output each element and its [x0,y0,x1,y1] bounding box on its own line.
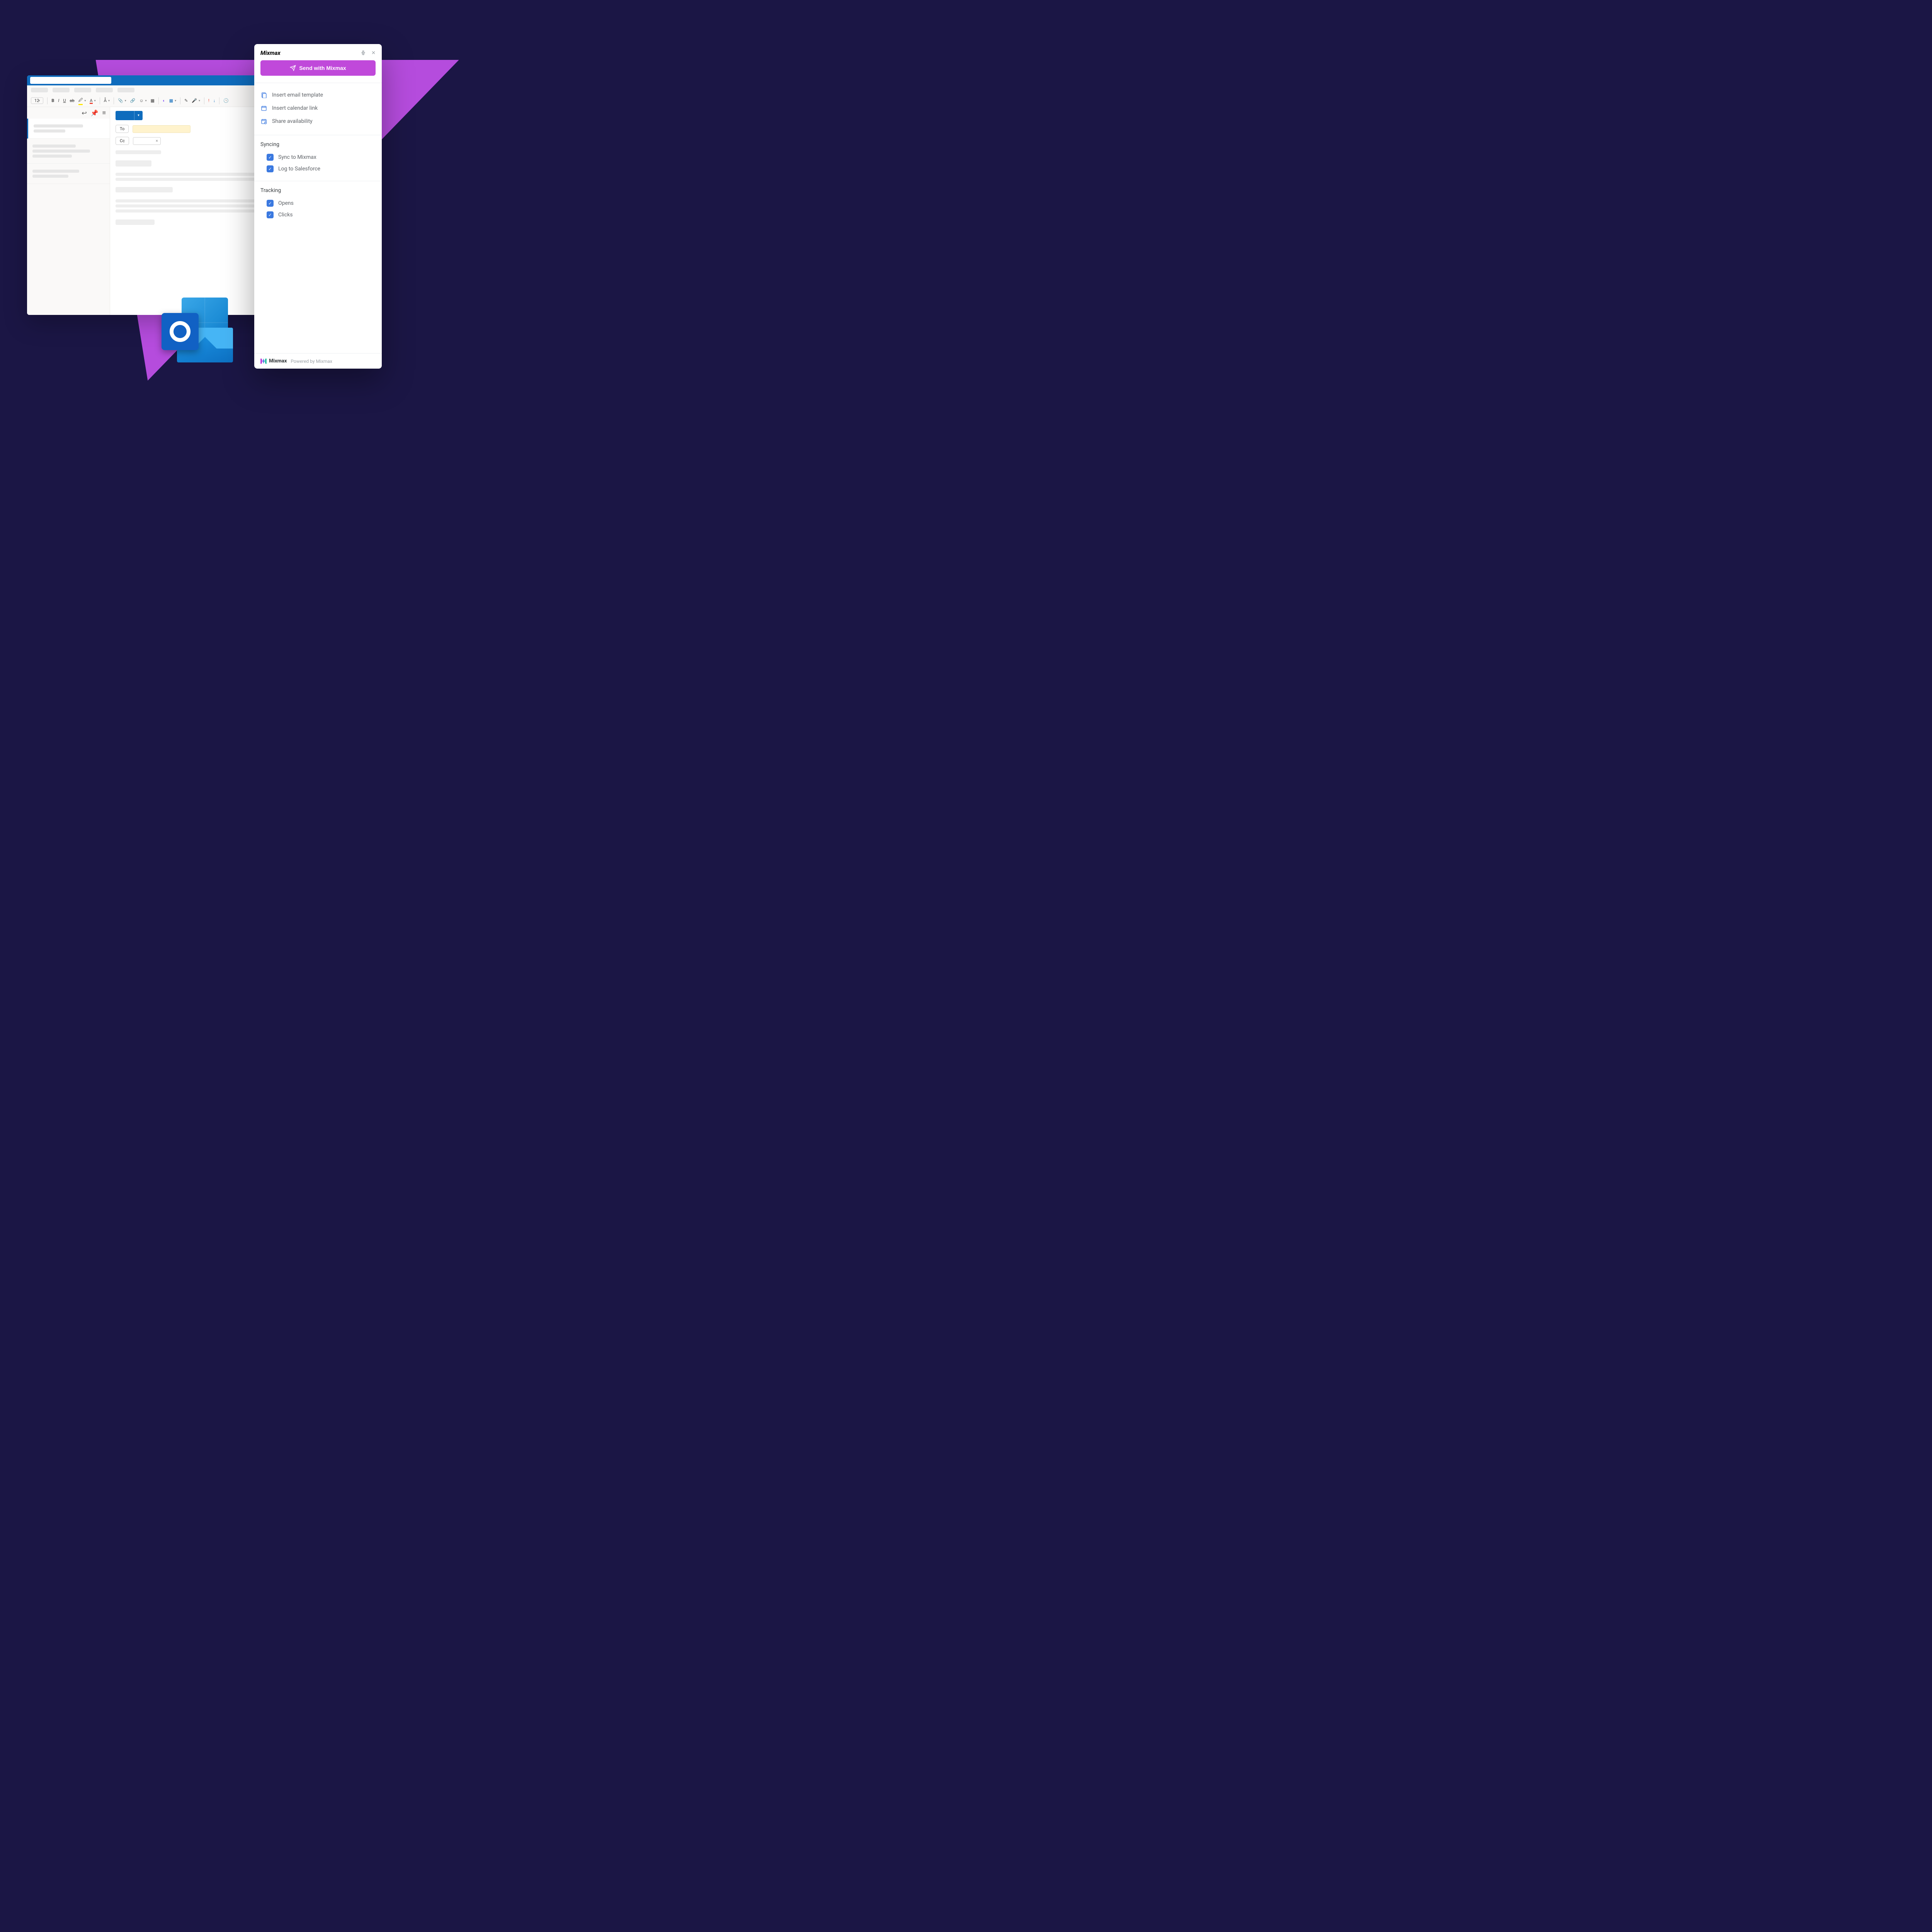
font-size-select[interactable]: 12▾ [31,97,43,104]
filter-icon[interactable]: ≡ [102,109,106,117]
panel-title: Mixmax [260,49,281,56]
schedule-button[interactable]: 🕓 [223,98,229,103]
table-button[interactable]: ▦ [151,98,155,103]
bold-button[interactable]: B [51,98,54,103]
mixmax-footer-logo: Mixmax [260,358,287,364]
send-with-mixmax-label: Send with Mixmax [299,65,346,71]
to-recipient-chip[interactable] [133,125,190,133]
message-list-item[interactable] [27,139,110,164]
to-field-button[interactable]: To [116,125,129,133]
check-label: Sync to Mixmax [278,154,316,160]
ribbon-tab[interactable] [31,88,48,92]
signature-button[interactable]: ✎ [184,98,188,103]
action-label: Share availability [272,118,313,124]
underline-button[interactable]: U [63,98,66,103]
insert-template-action[interactable]: Insert email template [260,88,376,102]
log-to-salesforce-toggle[interactable]: ✓ Log to Salesforce [260,163,376,175]
clear-format-button[interactable]: Aͯ [104,98,107,103]
italic-button[interactable]: I [58,98,59,103]
ribbon-tab[interactable] [74,88,91,92]
strike-button[interactable]: ab [70,98,74,103]
send-icon [290,65,296,71]
loop-button[interactable]: ◐ [163,98,165,103]
importance-button[interactable]: ! [208,98,209,103]
ribbon-tab[interactable] [117,88,134,92]
formatting-toolbar: 12▾ B I U ab 🖉▾ A▾ Aͯ▾ 📎▾ 🔗 ☺▾ ▦ ◐ ▦▾ ✎ … [27,95,284,107]
outlook-search-input[interactable] [30,77,111,84]
attach-button[interactable]: 📎 [118,98,123,103]
pin-icon[interactable]: 📌 [91,109,99,117]
actions-list: Insert email template Insert calendar li… [260,83,376,135]
checkbox-checked-icon: ✓ [267,165,274,172]
sync-to-mixmax-toggle[interactable]: ✓ Sync to Mixmax [260,151,376,163]
emoji-button[interactable]: ☺ [139,98,143,103]
outlook-send-button[interactable]: ▾ [116,111,143,120]
pin-panel-icon[interactable] [361,50,366,56]
dictate-button[interactable]: 🎤 [192,98,197,103]
message-list-item[interactable] [27,119,110,139]
check-label: Opens [278,200,294,206]
link-button[interactable]: 🔗 [130,98,136,103]
message-list-item[interactable] [27,164,110,184]
opens-toggle[interactable]: ✓ Opens [260,197,376,209]
cc-recipient-chip[interactable]: × [133,137,161,145]
reply-icon[interactable]: ↩ [82,109,87,117]
panel-footer: Mixmax Powered by Mixmax [254,353,382,369]
outlook-titlebar [27,75,284,85]
action-label: Insert email template [272,92,323,98]
low-importance-button[interactable]: ↓ [213,98,216,103]
check-label: Clicks [278,212,293,218]
checkbox-checked-icon: ✓ [267,211,274,218]
close-panel-icon[interactable]: ✕ [371,50,376,56]
mixmax-mark-icon [260,359,267,364]
mixmax-panel: Mixmax ✕ Send with Mixmax Insert email t… [254,44,382,369]
ribbon-tab[interactable] [53,88,70,92]
ribbon-tab[interactable] [96,88,113,92]
syncing-section-title: Syncing [260,135,376,151]
checkbox-checked-icon: ✓ [267,200,274,207]
message-list-pane: ↩ 📌 ≡ [27,107,110,315]
powered-by-label: Powered by Mixmax [291,359,332,364]
apps-button[interactable]: ▦ [169,98,173,103]
availability-icon [260,118,267,125]
insert-calendar-action[interactable]: Insert calendar link [260,102,376,115]
checkbox-checked-icon: ✓ [267,154,274,161]
highlight-button[interactable]: 🖉 [78,97,83,104]
tracking-section-title: Tracking [260,181,376,197]
cc-field-button[interactable]: Cc [116,137,129,145]
calendar-icon [260,105,267,112]
send-dropdown[interactable]: ▾ [134,111,143,120]
clicks-toggle[interactable]: ✓ Clicks [260,209,376,221]
action-label: Insert calendar link [272,105,318,111]
outlook-window: 12▾ B I U ab 🖉▾ A▾ Aͯ▾ 📎▾ 🔗 ☺▾ ▦ ◐ ▦▾ ✎ … [27,75,284,315]
share-availability-action[interactable]: Share availability [260,115,376,128]
outlook-logo [155,298,236,363]
check-label: Log to Salesforce [278,166,320,172]
font-color-button[interactable]: A [90,98,92,103]
send-with-mixmax-button[interactable]: Send with Mixmax [260,60,376,76]
template-icon [260,92,267,99]
ribbon-tabs [27,85,284,95]
